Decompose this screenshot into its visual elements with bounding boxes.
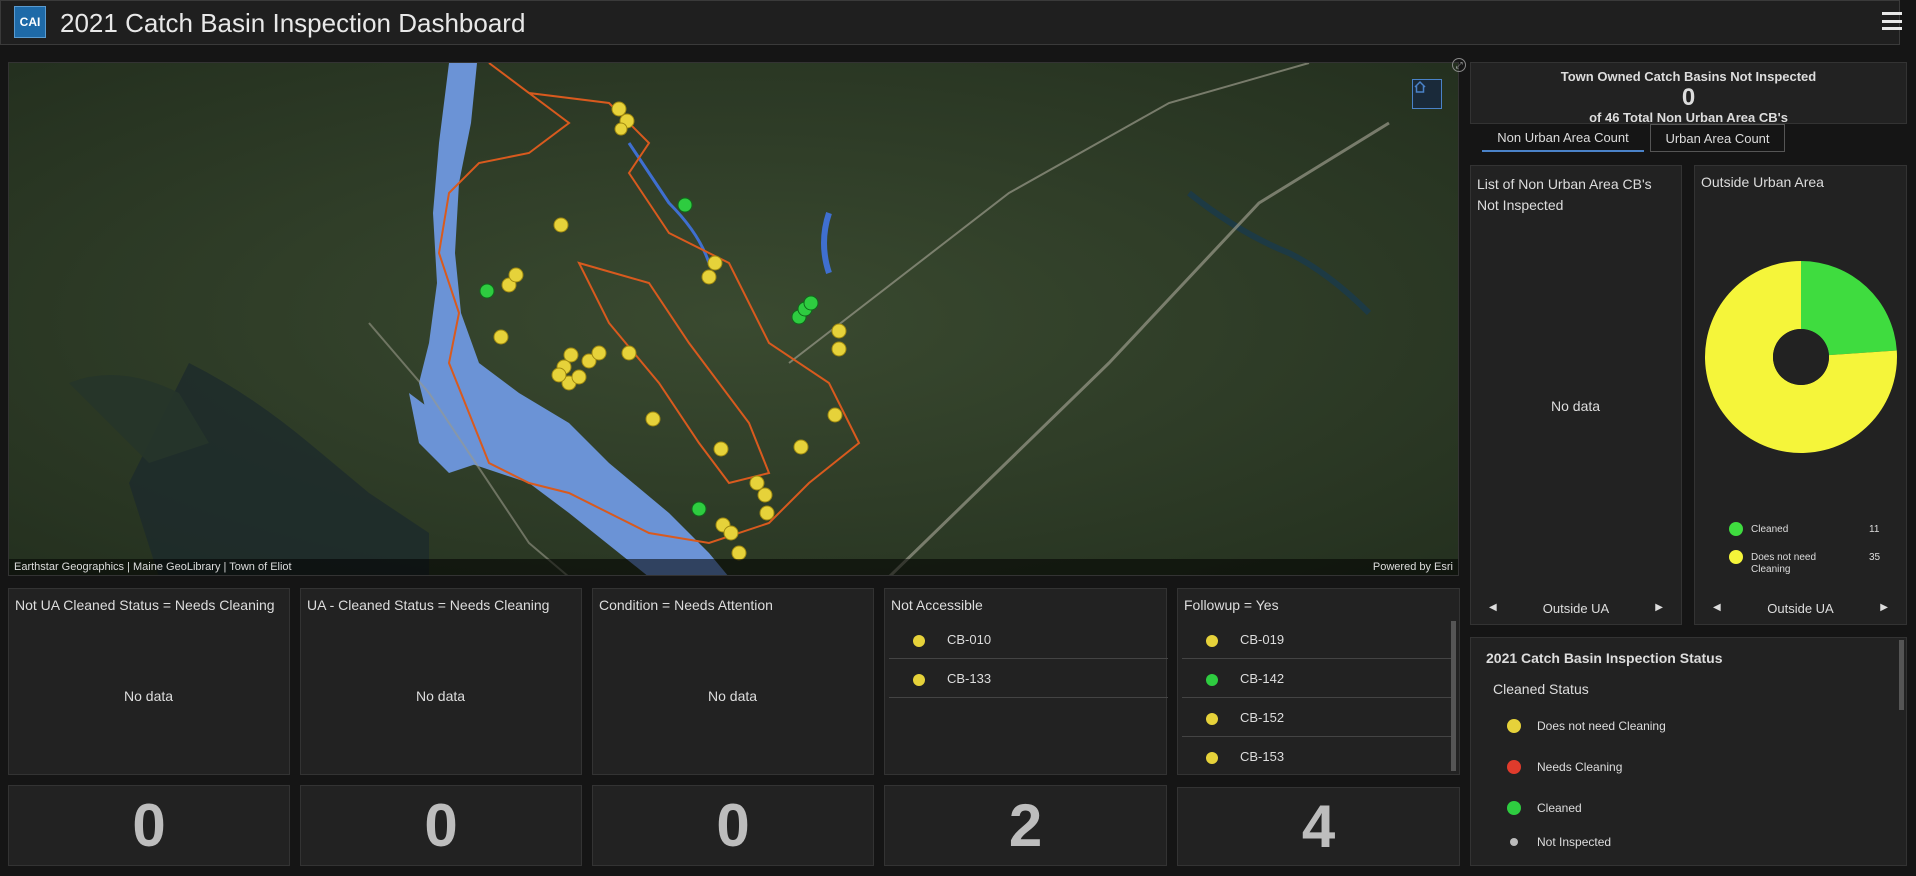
status-dot-icon	[913, 635, 925, 647]
status-dot-icon	[1206, 635, 1218, 647]
count-indicator-ua-needs-cleaning: 0	[300, 785, 582, 866]
legend-item-cleaned[interactable]: Cleaned 11	[1729, 522, 1909, 542]
count-indicator-needs-cleaning: 0	[8, 785, 290, 866]
hamburger-menu-icon[interactable]	[1882, 12, 1902, 30]
panel-title: Followup = Yes	[1184, 597, 1279, 613]
list-item[interactable]: CB-019	[1182, 621, 1452, 659]
next-arrow-icon[interactable]: ▶	[1655, 602, 1663, 613]
no-data-text: No data	[708, 688, 758, 704]
attribution-left: Earthstar Geographics | Maine GeoLibrary…	[14, 561, 292, 573]
legend-swatch	[1729, 522, 1743, 536]
status-dot-icon	[1206, 713, 1218, 725]
list-item-label: CB-152	[1240, 710, 1285, 725]
status-label: Needs Cleaning	[1537, 760, 1623, 774]
legend-count: 35	[1869, 552, 1881, 563]
pager: ◀ Outside UA ▶	[1471, 594, 1681, 624]
panel-title: UA - Cleaned Status = Needs Cleaning	[307, 597, 550, 613]
pager: ◀ Outside UA ▶	[1695, 594, 1906, 624]
panel-title: Condition = Needs Attention	[599, 597, 773, 613]
status-label: Not Inspected	[1537, 835, 1612, 849]
status-label: Does not need Cleaning	[1537, 719, 1666, 733]
scrollbar[interactable]	[1899, 640, 1904, 710]
list-item-label: CB-142	[1240, 671, 1285, 686]
legend-subtitle: Cleaned Status	[1493, 681, 1589, 697]
pager-label: Outside UA	[1767, 601, 1834, 616]
indicator-title: Town Owned Catch Basins Not Inspected	[1560, 69, 1817, 84]
legend-swatch	[1729, 550, 1743, 564]
expand-icon[interactable]: ⤢	[1452, 58, 1466, 72]
tab-urban-area-count[interactable]: Urban Area Count	[1650, 124, 1785, 152]
count-indicator-needs-attention: 0	[592, 785, 874, 866]
panel-title: List of Non Urban Area CB's Not Inspecte…	[1477, 176, 1652, 213]
needs-attention-list-panel: Condition = Needs Attention No data	[592, 588, 874, 775]
outside-urban-pie-panel: Outside Urban Area Cleaned 11 Does not n…	[1694, 165, 1907, 625]
list-item[interactable]: CB-153	[1182, 738, 1452, 774]
list-item[interactable]: CB-152	[1182, 699, 1452, 737]
non-urban-list-panel: List of Non Urban Area CB's Not Inspecte…	[1470, 165, 1682, 625]
status-swatch	[1507, 719, 1521, 733]
legend-title: 2021 Catch Basin Inspection Status	[1486, 650, 1723, 666]
pager-label: Outside UA	[1542, 601, 1610, 616]
not-accessible-list-panel: Not Accessible CB-010 CB-133	[884, 588, 1168, 775]
next-arrow-icon[interactable]: ▶	[1880, 602, 1888, 613]
list-item-label: CB-019	[1240, 632, 1285, 647]
no-data-text: No data	[1551, 398, 1601, 414]
not-inspected-indicator: Town Owned Catch Basins Not Inspected 0 …	[1470, 62, 1907, 125]
tab-non-urban-area-count[interactable]: Non Urban Area Count	[1482, 124, 1644, 152]
status-dot-icon	[1206, 674, 1218, 686]
pie-chart[interactable]	[1695, 246, 1908, 466]
list-item-label: CB-133	[947, 671, 992, 686]
panel-title: Outside Urban Area	[1701, 174, 1824, 190]
needs-cleaning-list-panel: Not UA Cleaned Status = Needs Cleaning N…	[8, 588, 290, 775]
panel-title: Not Accessible	[891, 597, 983, 613]
status-swatch	[1507, 801, 1521, 815]
legend-label: Does not need Cleaning	[1751, 552, 1817, 575]
list-item[interactable]: CB-142	[1182, 660, 1452, 698]
legend-count: 11	[1869, 524, 1880, 535]
app-header: CAI 2021 Catch Basin Inspection Dashboar…	[0, 0, 1902, 45]
status-swatch	[1507, 760, 1521, 774]
list-item[interactable]: CB-010	[889, 621, 1168, 659]
ua-needs-cleaning-list-panel: UA - Cleaned Status = Needs Cleaning No …	[300, 588, 582, 775]
status-label: Cleaned	[1537, 801, 1582, 815]
app-logo: CAI	[14, 6, 46, 38]
map-attribution: Earthstar Geographics | Maine GeoLibrary…	[9, 559, 1458, 575]
list-item-label: CB-153	[1240, 749, 1285, 764]
page-title: 2021 Catch Basin Inspection Dashboard	[60, 8, 526, 38]
legend-label: Cleaned	[1751, 524, 1789, 535]
list-item[interactable]: CB-133	[889, 660, 1168, 698]
legend-item-does-not-need-cleaning[interactable]: Does not need Cleaning 35	[1729, 550, 1909, 580]
home-icon[interactable]	[1412, 79, 1442, 109]
count-indicator-followup: 4	[1177, 787, 1460, 866]
panel-title: Not UA Cleaned Status = Needs Cleaning	[15, 597, 275, 613]
indicator-bottom-text: of 46 Total Non Urban Area CB's	[1589, 110, 1788, 125]
no-data-text: No data	[124, 688, 174, 704]
map-canvas[interactable]	[9, 63, 1459, 576]
inspection-status-legend: 2021 Catch Basin Inspection Status Clean…	[1470, 637, 1907, 866]
attribution-right[interactable]: Powered by Esri	[1373, 561, 1453, 573]
scrollbar[interactable]	[1451, 621, 1456, 771]
status-dot-icon	[913, 674, 925, 686]
list-item-label: CB-010	[947, 632, 992, 647]
status-swatch	[1510, 838, 1518, 846]
count-indicator-not-accessible: 2	[884, 785, 1167, 866]
donut-hole	[1773, 329, 1829, 385]
followup-list-panel: Followup = Yes CB-019 CB-142 CB-152 CB-1…	[1177, 588, 1460, 775]
map-view[interactable]: Earthstar Geographics | Maine GeoLibrary…	[8, 62, 1459, 576]
indicator-value: 0	[1681, 84, 1696, 111]
no-data-text: No data	[416, 688, 466, 704]
status-dot-icon	[1206, 752, 1218, 764]
